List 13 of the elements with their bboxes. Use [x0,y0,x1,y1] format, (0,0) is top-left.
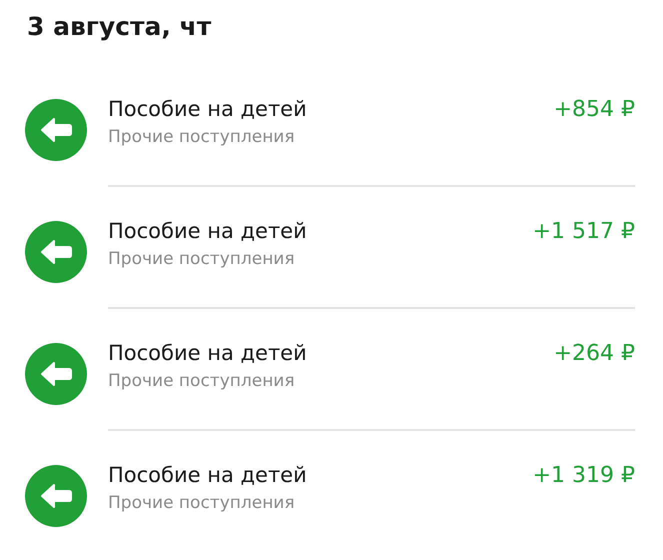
transaction-category: Прочие поступления [108,249,296,269]
transaction-category: Прочие поступления [108,127,296,147]
transaction-title: Пособие на детей [108,219,307,243]
transaction-title: Пособие на детей [108,463,307,487]
transaction-category: Прочие поступления [108,371,296,391]
date-heading: 3 августа, чт [27,12,212,41]
transaction-amount: +264 ₽ [554,341,635,366]
transaction-amount: +1 517 ₽ [532,219,635,244]
transaction-amount: +1 319 ₽ [532,463,635,488]
transaction-category: Прочие поступления [108,493,296,513]
transaction-amount: +854 ₽ [554,97,635,122]
transaction-title: Пособие на детей [108,97,307,121]
transaction-title: Пособие на детей [108,341,307,365]
